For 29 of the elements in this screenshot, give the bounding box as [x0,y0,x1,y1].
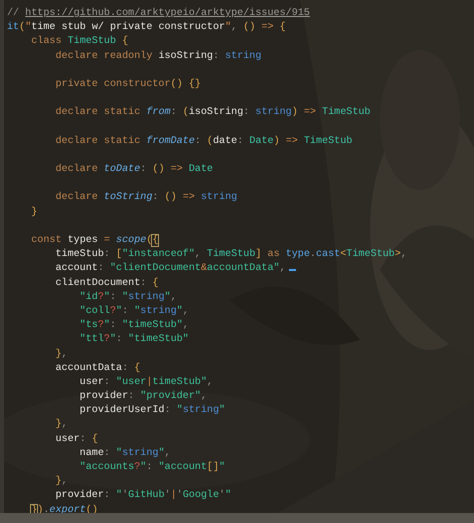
code-line: // https://github.com/arktypeio/arktype/issues/915 [7,7,310,21]
code-line: declare toString: () => string [54,191,238,206]
code-line: declare toDate: () => Date [54,163,213,178]
code-line: class TimeStub { [30,35,128,50]
code-line: "accounts?": "account[]" [78,461,226,475]
code-line: clientDocument: { [54,276,158,291]
code-line: user: { [54,432,98,447]
code-line: }, [54,348,68,362]
code-line: name: "string", [78,446,171,461]
code-line: const types = scope({ [30,234,158,248]
code-line: declare static from: (isoString: string) => TimeStub [54,106,370,120]
code-line: declare readonly isoString: string [54,50,262,64]
code-line: it("time stub w/ private constructor", () => { [7,21,286,36]
code-line: }, [54,418,68,432]
code-line: accountData: { [54,362,140,376]
code-line: "ts?": "timeStub", [78,319,189,334]
code-line: provider: "provider", [78,390,207,404]
code-line: providerUserId: "string" [78,404,226,418]
code-line: private constructor() {} [54,78,201,92]
code-line: timeStub: ["instanceof", TimeStub] as type.cast<TimeStub>, [54,248,407,262]
code-line: account: "clientDocument&accountData", [54,262,286,276]
code-line: declare static fromDate: (date: Date) => TimeStub [54,134,352,149]
code-line: "id?": "string", [78,290,177,305]
code-line: "ttl?": "timeStub" [78,333,189,348]
code-line: }, [54,475,68,490]
code-line: provider: "'GitHub'|'Google'" [54,489,232,504]
code-line: user: "user|timeStub", [78,376,213,390]
code-line: "coll?": "string", [78,304,189,319]
code-line: } [30,206,38,220]
